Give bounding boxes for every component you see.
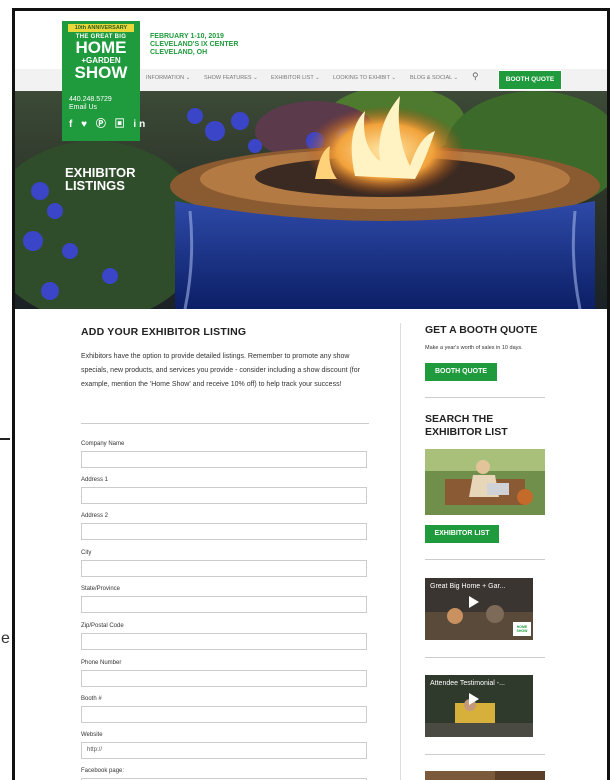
- label-facebook: Facebook page:: [81, 768, 125, 774]
- promo-image: [425, 771, 545, 780]
- social-icons[interactable]: f ♥ Ⓟ ▣ in: [69, 115, 148, 130]
- edge-glyph: e: [1, 630, 10, 647]
- exhibitor-list-image[interactable]: [425, 449, 545, 515]
- play-icon: [469, 693, 479, 705]
- label-company-name: Company Name: [81, 441, 125, 447]
- browser-page: 10th ANNIVERSARY THE GREAT BIG HOME +GAR…: [12, 8, 610, 780]
- email-link[interactable]: Email Us: [69, 104, 112, 112]
- page-title: EXHIBITOR LISTINGS: [65, 166, 136, 192]
- nav-exhibitor-list[interactable]: EXHIBITOR LIST ⌄: [271, 75, 320, 81]
- label-website: Website: [81, 732, 103, 738]
- video-title: Attendee Testimonial -...: [430, 680, 505, 687]
- label-zip: Zip/Postal Code: [81, 623, 124, 629]
- event-info: FEBRUARY 1-10, 2019 CLEVELAND'S IX CENTE…: [150, 33, 238, 57]
- nav-blog-social[interactable]: BLOG & SOCIAL ⌄: [410, 75, 458, 81]
- label-state: State/Province: [81, 586, 121, 592]
- logo-line-2: HOME: [75, 38, 127, 57]
- search-list-heading: SEARCH THE EXHIBITOR LIST: [425, 413, 508, 439]
- divider: [81, 423, 369, 424]
- play-icon: [469, 596, 479, 608]
- column-divider: [400, 323, 401, 780]
- video-title: Great Big Home + Gar...: [430, 583, 506, 590]
- phone-input[interactable]: [81, 670, 367, 687]
- page-title-line-2: LISTINGS: [65, 178, 125, 193]
- nav-show-features[interactable]: SHOW FEATURES ⌄: [204, 75, 258, 81]
- address-2-input[interactable]: [81, 523, 367, 540]
- phone-number[interactable]: 440.248.5729: [69, 96, 112, 104]
- sidebar-divider: [425, 559, 545, 560]
- video-thumbnail-show[interactable]: Great Big Home + Gar... HOME SHOW: [425, 578, 533, 640]
- booth-quote-button[interactable]: BOOTH QUOTE: [425, 363, 497, 381]
- exhibitor-list-button[interactable]: EXHIBITOR LIST: [425, 525, 499, 543]
- label-booth: Booth #: [81, 696, 102, 702]
- booth-quote-nav-button[interactable]: BOOTH QUOTE: [498, 70, 562, 90]
- search-list-heading-line-1: SEARCH THE: [425, 413, 494, 425]
- contact-block: 440.248.5729 Email Us: [69, 96, 112, 112]
- sidebar-promo-image[interactable]: [425, 771, 545, 780]
- form-heading: ADD YOUR EXHIBITOR LISTING: [81, 326, 247, 338]
- sidebar-divider: [425, 397, 545, 398]
- label-city: City: [81, 550, 92, 556]
- address-1-input[interactable]: [81, 487, 367, 504]
- nav-looking-to-exhibit[interactable]: LOOKING TO EXHIBIT ⌄: [333, 75, 396, 81]
- search-list-heading-line-2: EXHIBITOR LIST: [425, 426, 508, 438]
- label-phone: Phone Number: [81, 660, 122, 666]
- website-input[interactable]: http://: [81, 742, 367, 759]
- sidebar-divider: [425, 754, 545, 755]
- logo-line-4: SHOW: [74, 63, 128, 82]
- event-venue: CLEVELAND'S IX CENTER: [150, 41, 239, 48]
- nav-information[interactable]: INFORMATION ⌄: [146, 75, 190, 81]
- city-input[interactable]: [81, 560, 367, 577]
- event-dates: FEBRUARY 1-10, 2019: [150, 33, 224, 40]
- booth-input[interactable]: [81, 706, 367, 723]
- state-input[interactable]: [81, 596, 367, 613]
- zip-input[interactable]: [81, 633, 367, 650]
- event-city: CLEVELAND, OH: [150, 49, 208, 56]
- booth-quote-text: Make a year's worth of sales in 10 days.: [425, 345, 523, 351]
- search-icon[interactable]: ⚲: [472, 71, 479, 82]
- show-logo-badge: HOME SHOW: [516, 625, 528, 633]
- intro-text: Exhibitors have the option to provide de…: [81, 353, 360, 388]
- sidebar-divider: [425, 657, 545, 658]
- booth-quote-heading: GET A BOOTH QUOTE: [425, 324, 538, 336]
- frame-edge-line: [0, 438, 10, 440]
- label-address-1: Address 1: [81, 477, 109, 483]
- anniversary-ribbon: 10th ANNIVERSARY: [68, 24, 134, 32]
- video-thumbnail-testimonial[interactable]: Attendee Testimonial -...: [425, 675, 533, 737]
- woman-with-laptop-photo: [425, 449, 545, 515]
- company-name-input[interactable]: [81, 451, 367, 468]
- label-address-2: Address 2: [81, 513, 109, 519]
